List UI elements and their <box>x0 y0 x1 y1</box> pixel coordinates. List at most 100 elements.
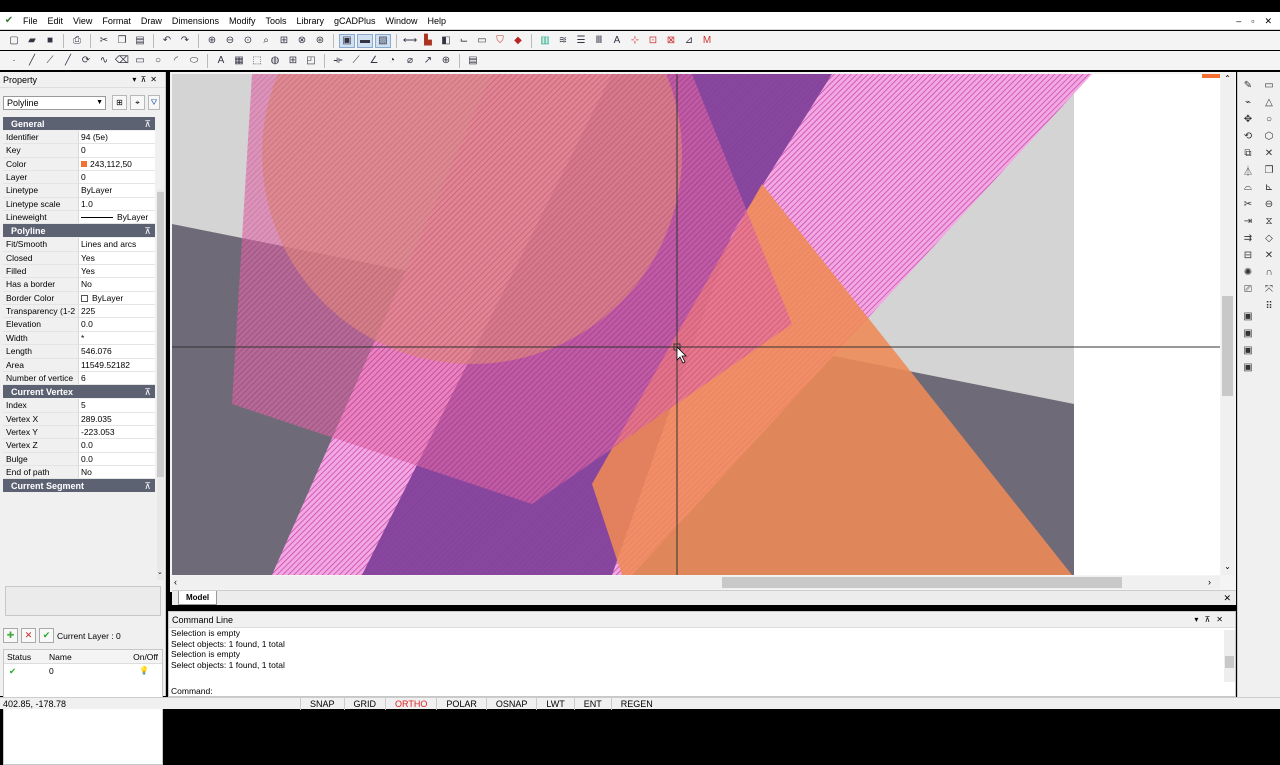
property-value-cell[interactable]: Yes <box>79 251 155 265</box>
grid-dots-icon[interactable]: ⠿ <box>1262 299 1276 313</box>
property-value-cell[interactable]: 289.035 <box>79 412 155 425</box>
property-value-cell[interactable]: Lines and arcs <box>79 238 155 251</box>
zoom-extents-icon[interactable]: ⊞ <box>276 34 292 48</box>
layer-isolate-icon[interactable]: ▣ <box>1241 360 1255 374</box>
spline-edit-icon[interactable]: ⌁ <box>1241 95 1255 109</box>
delete-icon[interactable]: ✕ <box>1262 248 1276 262</box>
property-row-elevation[interactable]: Elevation 0.0 <box>3 318 155 332</box>
dim-style-icon[interactable]: ⊹ <box>627 34 643 48</box>
property-row-has-a-border[interactable]: Has a border No <box>3 278 155 292</box>
property-value-cell[interactable]: No <box>79 278 155 291</box>
join-icon[interactable]: ⤧ <box>1262 282 1276 296</box>
property-value-cell[interactable]: No <box>79 465 155 479</box>
undo-icon[interactable]: ↶ <box>159 34 175 48</box>
properties-icon[interactable]: ⊡ <box>645 34 661 48</box>
color-palette-icon[interactable]: ▥ <box>537 34 553 48</box>
block-insert-icon[interactable]: ⬚ <box>249 54 265 68</box>
menu-draw[interactable]: Draw <box>136 12 167 30</box>
brush-icon[interactable]: ⎚ <box>1241 282 1255 296</box>
property-row-layer[interactable]: Layer 0 <box>3 171 155 185</box>
copy-icon[interactable]: ❐ <box>1262 163 1276 177</box>
set-current-layer-button[interactable]: ✔ <box>39 628 54 643</box>
extend-icon[interactable]: ⇥ <box>1241 214 1255 228</box>
status-regen-toggle[interactable]: REGEN <box>610 697 662 710</box>
scrollbar-thumb[interactable] <box>722 577 1122 588</box>
command-scrollbar[interactable] <box>1224 630 1235 682</box>
explode-icon[interactable]: ✺ <box>1241 265 1255 279</box>
collapse-icon[interactable]: ⊼ <box>144 224 151 238</box>
point-icon[interactable]: · <box>6 54 22 68</box>
zoom-realtime-icon[interactable]: ⊛ <box>312 34 328 48</box>
trim-icon[interactable]: ✂ <box>1241 197 1255 211</box>
status-osnap-toggle[interactable]: OSNAP <box>485 697 537 710</box>
array-icon[interactable]: ⊟ <box>1241 248 1255 262</box>
col-status[interactable]: Status <box>4 650 47 663</box>
dim-diameter-icon[interactable]: ⌀ <box>402 54 418 68</box>
property-row-length[interactable]: Length 546.076 <box>3 345 155 359</box>
property-row-transparency-1-2[interactable]: Transparency (1-2 225 <box>3 305 155 319</box>
property-value-cell[interactable]: 0.0 <box>79 439 155 452</box>
property-row-filled[interactable]: Filled Yes <box>3 265 155 279</box>
object-type-select[interactable]: Polyline ▼ <box>3 96 106 110</box>
property-row-color[interactable]: Color 243,112,50 <box>3 157 155 172</box>
render-view-icon[interactable]: ▧ <box>375 33 391 48</box>
circle-icon[interactable]: ○ <box>1262 112 1276 126</box>
property-value-cell[interactable]: 0 <box>79 144 155 157</box>
menu-file[interactable]: File <box>18 12 43 30</box>
scroll-left-icon[interactable]: ‹ <box>174 576 177 589</box>
canvas-horizontal-scrollbar[interactable]: ‹ › <box>172 576 1220 589</box>
property-row-bulge[interactable]: Bulge 0.0 <box>3 452 155 466</box>
property-value-cell[interactable]: 11549.52182 <box>79 358 155 371</box>
section-current-vertex[interactable]: Current Vertex ⊼ <box>3 385 155 400</box>
property-value-cell[interactable]: 243,112,50 <box>79 157 155 171</box>
select-objects-button[interactable]: ⊞ <box>112 95 127 110</box>
property-row-end-of-path[interactable]: End of path No <box>3 465 155 480</box>
offset-icon[interactable]: ⇉ <box>1241 231 1255 245</box>
property-row-fit-smooth[interactable]: Fit/Smooth Lines and arcs <box>3 238 155 252</box>
diamond-icon[interactable]: ◇ <box>1262 231 1276 245</box>
move-icon[interactable]: ✥ <box>1241 112 1255 126</box>
tab-model[interactable]: Model <box>178 591 218 605</box>
property-value-cell[interactable]: 94 (5e) <box>79 131 155 144</box>
property-row-linetype-scale[interactable]: Linetype scale 1.0 <box>3 197 155 212</box>
property-value-cell[interactable]: 6 <box>79 371 155 385</box>
property-row-identifier[interactable]: Identifier 94 (5e) <box>3 131 155 145</box>
collapse-icon[interactable]: ⊼ <box>144 479 151 493</box>
dimension-icon[interactable]: ⟷ <box>402 34 418 48</box>
x-icon[interactable]: ✕ <box>1262 146 1276 160</box>
drawing-canvas[interactable] <box>172 74 1220 575</box>
leader-icon[interactable]: ↗ <box>420 54 436 68</box>
magnet-icon[interactable]: ∩ <box>1262 265 1276 279</box>
region-icon[interactable]: ◍ <box>267 54 283 68</box>
paint-icon[interactable]: ◆ <box>510 34 526 48</box>
property-row-vertex-z[interactable]: Vertex Z 0.0 <box>3 439 155 453</box>
redo-icon[interactable]: ↷ <box>177 34 193 48</box>
status-grid-toggle[interactable]: GRID <box>343 697 386 710</box>
property-row-number-of-vertice[interactable]: Number of vertice 6 <box>3 371 155 386</box>
status-polar-toggle[interactable]: POLAR <box>436 697 486 710</box>
property-row-border-color[interactable]: Border Color ByLayer <box>3 291 155 306</box>
layers-icon[interactable]: ≋ <box>555 34 571 48</box>
close-icon[interactable]: ✕ <box>1264 12 1272 30</box>
layout-view-icon[interactable]: ▣ <box>339 33 355 48</box>
paste-icon[interactable]: ▤ <box>132 34 148 48</box>
grip-icon[interactable]: ▤ <box>465 54 481 68</box>
polyline-icon[interactable]: ⟳ <box>78 54 94 68</box>
property-value-cell[interactable]: 0 <box>79 171 155 184</box>
dim-aligned-icon[interactable]: ⟋ <box>348 54 364 68</box>
chamfer-icon[interactable]: ⊾ <box>1262 180 1276 194</box>
dim-angular-icon[interactable]: ∠ <box>366 54 382 68</box>
multiline-text-icon[interactable]: M <box>699 34 715 48</box>
hide-view-icon[interactable]: ▬ <box>357 33 373 48</box>
property-value-cell[interactable]: 0.0 <box>79 318 155 331</box>
restore-icon[interactable]: ▫ <box>1251 12 1254 30</box>
property-row-vertex-y[interactable]: Vertex Y -223.053 <box>3 425 155 440</box>
property-row-width[interactable]: Width * <box>3 331 155 346</box>
block-icon[interactable]: ◧ <box>438 34 454 48</box>
property-value-cell[interactable]: 546.076 <box>79 345 155 358</box>
property-value-cell[interactable]: 0.0 <box>79 452 155 465</box>
minimize-icon[interactable]: – <box>1236 12 1241 30</box>
polygon-icon[interactable]: ⬡ <box>1262 129 1276 143</box>
property-row-closed[interactable]: Closed Yes <box>3 251 155 266</box>
quick-select-button[interactable]: ⌖ <box>130 95 145 110</box>
